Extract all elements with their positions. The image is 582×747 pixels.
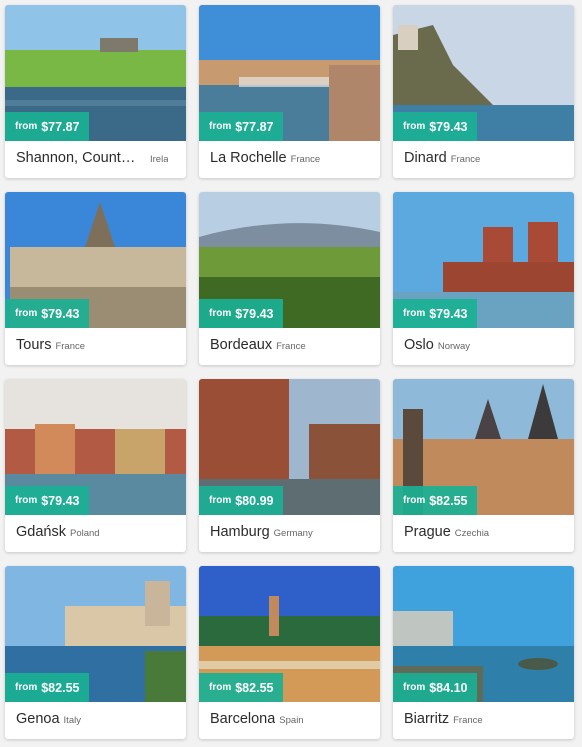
price-badge: from $79.43: [199, 299, 284, 328]
destination-grid: from $77.87 Shannon, County ... Irela fr…: [0, 0, 582, 747]
destination-caption: Gdańsk Poland: [16, 524, 178, 546]
city-name: Shannon, County ...: [16, 150, 142, 166]
destination-card-bordeaux[interactable]: from $79.43 Bordeaux France: [199, 192, 380, 365]
price-from-label: from: [403, 308, 426, 319]
destination-caption: Genoa Italy: [16, 711, 178, 733]
destination-caption: Shannon, County ... Irela: [16, 150, 178, 172]
destination-card-barcelona[interactable]: from $82.55 Barcelona Spain: [199, 566, 380, 739]
destination-caption: Barcelona Spain: [210, 711, 372, 733]
country-name: France: [276, 341, 306, 352]
country-name: France: [55, 341, 86, 352]
price-badge: from $84.10: [393, 673, 478, 702]
country-name: France: [450, 154, 481, 165]
price-from-label: from: [209, 308, 232, 319]
price-amount: $82.55: [41, 680, 80, 695]
destination-card-oslo[interactable]: from $79.43 Oslo Norway: [393, 192, 574, 365]
destination-card-gdansk[interactable]: from $79.43 Gdańsk Poland: [5, 379, 186, 552]
price-from-label: from: [403, 682, 426, 693]
destination-caption: Biarritz France: [404, 711, 566, 733]
destination-caption: Oslo Norway: [404, 337, 566, 359]
destination-card-hamburg[interactable]: from $80.99 Hamburg Germany: [199, 379, 380, 552]
country-name: Italy: [63, 715, 81, 726]
price-badge: from $79.43: [393, 112, 478, 141]
price-badge: from $77.87: [5, 112, 90, 141]
city-name: Gdańsk: [16, 524, 66, 540]
price-badge: from $82.55: [199, 673, 284, 702]
price-amount: $79.43: [429, 119, 468, 134]
destination-card-dinard[interactable]: from $79.43 Dinard France: [393, 5, 574, 178]
price-badge: from $79.43: [5, 486, 90, 515]
country-name: Irela: [150, 154, 169, 165]
price-amount: $79.43: [429, 306, 468, 321]
city-name: Barcelona: [210, 711, 276, 727]
city-name: Biarritz: [404, 711, 450, 727]
price-badge: from $79.43: [393, 299, 478, 328]
price-badge: from $77.87: [199, 112, 284, 141]
city-name: La Rochelle: [210, 150, 287, 166]
country-name: Poland: [69, 528, 100, 539]
price-from-label: from: [15, 495, 38, 506]
price-badge: from $80.99: [199, 486, 284, 515]
city-name: Prague: [404, 524, 451, 540]
city-name: Tours: [16, 337, 52, 353]
destination-caption: Bordeaux France: [210, 337, 372, 359]
price-badge: from $82.55: [5, 673, 90, 702]
price-amount: $79.43: [41, 306, 80, 321]
country-name: Spain: [279, 715, 304, 726]
price-from-label: from: [15, 682, 38, 693]
country-name: Czechia: [454, 528, 490, 539]
city-name: Oslo: [404, 337, 434, 353]
country-name: Norway: [437, 341, 471, 352]
destination-card-tours[interactable]: from $79.43 Tours France: [5, 192, 186, 365]
price-amount: $77.87: [41, 119, 80, 134]
price-from-label: from: [209, 682, 232, 693]
price-from-label: from: [15, 308, 38, 319]
price-from-label: from: [15, 121, 38, 132]
destination-caption: Tours France: [16, 337, 178, 359]
price-badge: from $79.43: [5, 299, 90, 328]
price-amount: $82.55: [235, 680, 274, 695]
price-from-label: from: [403, 121, 426, 132]
destination-caption: Prague Czechia: [404, 524, 566, 546]
country-name: France: [290, 154, 321, 165]
price-from-label: from: [209, 495, 232, 506]
price-amount: $77.87: [235, 119, 274, 134]
city-name: Hamburg: [210, 524, 270, 540]
price-amount: $82.55: [429, 493, 468, 508]
price-amount: $80.99: [235, 493, 274, 508]
destination-card-la-rochelle[interactable]: from $77.87 La Rochelle France: [199, 5, 380, 178]
price-amount: $79.43: [41, 493, 80, 508]
price-from-label: from: [403, 495, 426, 506]
city-name: Genoa: [16, 711, 60, 727]
price-badge: from $82.55: [393, 486, 478, 515]
destination-caption: Hamburg Germany: [210, 524, 372, 546]
country-name: France: [453, 715, 483, 726]
city-name: Bordeaux: [210, 337, 273, 353]
destination-card-genoa[interactable]: from $82.55 Genoa Italy: [5, 566, 186, 739]
destination-card-biarritz[interactable]: from $84.10 Biarritz France: [393, 566, 574, 739]
destination-card-prague[interactable]: from $82.55 Prague Czechia: [393, 379, 574, 552]
price-amount: $79.43: [235, 306, 274, 321]
price-from-label: from: [209, 121, 232, 132]
country-name: Germany: [273, 528, 313, 539]
destination-card-shannon[interactable]: from $77.87 Shannon, County ... Irela: [5, 5, 186, 178]
price-amount: $84.10: [429, 680, 468, 695]
destination-caption: Dinard France: [404, 150, 566, 172]
destination-caption: La Rochelle France: [210, 150, 372, 172]
city-name: Dinard: [404, 150, 447, 166]
